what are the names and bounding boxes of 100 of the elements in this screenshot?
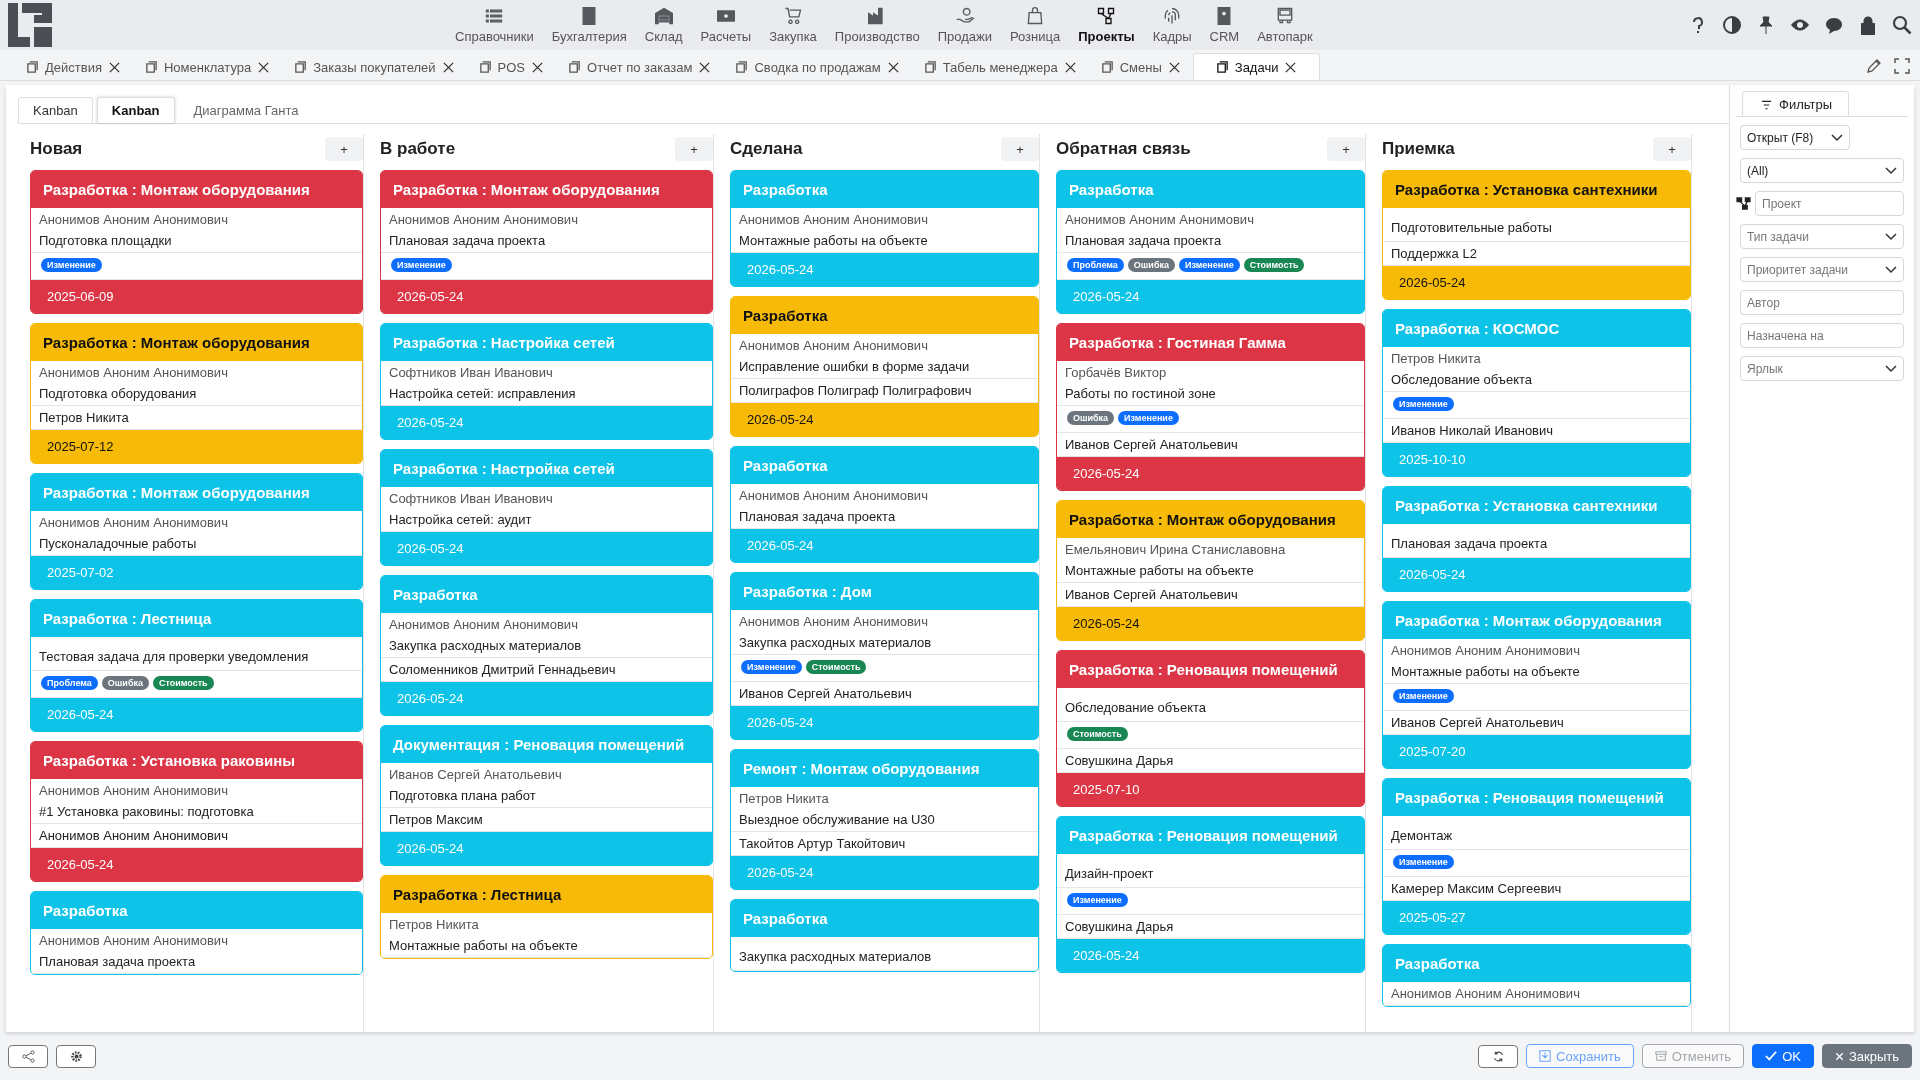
- task-card[interactable]: Разработка : Гостиная Гамма Горбачёв Виктор Работы по гостиной зоне Ошибка Изменение Иванов Сергей Анатольевич 2026-05-24: [1056, 323, 1365, 491]
- tab[interactable]: Сводка по продажам: [723, 54, 912, 80]
- card-author: Петров Никита: [1391, 351, 1482, 366]
- task-card[interactable]: Разработка : Монтаж оборудования Емельянович Ирина Станиславовна Монтажные работы на объекте Иванов Сергей Анатольевич 2026-05-24: [1056, 500, 1365, 641]
- select-field[interactable]: Приоритет задачи: [1740, 257, 1904, 282]
- card-header: Разработка : Монтаж оборудования: [1383, 602, 1690, 639]
- nav-item[interactable]: CRM: [1209, 6, 1240, 44]
- task-card[interactable]: Разработка Анонимов Аноним Анонимович: [1382, 944, 1691, 1007]
- refresh-button[interactable]: [1478, 1044, 1519, 1068]
- footer-button[interactable]: Закрыть: [1821, 1044, 1912, 1068]
- column-title: Новая: [30, 139, 83, 159]
- nav-item[interactable]: Автопарк: [1257, 6, 1313, 44]
- task-card[interactable]: Разработка : Монтаж оборудования Анонимов Аноним Анонимович Подготовка площадки Изменение 2025-06-09: [30, 170, 363, 314]
- nav-item[interactable]: Проекты: [1078, 6, 1135, 44]
- task-card[interactable]: Разработка Анонимов Аноним Анонимович Исправление ошибки в форме задачи Полиграфов Полиграф Полиграфович 2026-05-24: [730, 296, 1039, 437]
- close-icon[interactable]: [1063, 60, 1077, 74]
- nav-item[interactable]: Склад: [644, 6, 683, 44]
- task-card[interactable]: Разработка : Лестница Тестовая задача для проверки уведомления Проблема Ошибка Стоимость 2026-05-24: [30, 599, 363, 732]
- task-card[interactable]: Ремонт : Монтаж оборудования Петров Никита Выездное обслуживание на U30 Такойтов Артур Такойтович 2026-05-24: [730, 749, 1039, 890]
- view-tab[interactable]: Kanban: [18, 97, 93, 123]
- close-icon[interactable]: [1284, 60, 1298, 74]
- select-field[interactable]: Открыт (F8): [1740, 125, 1850, 150]
- input-field[interactable]: Назначена на: [1740, 323, 1904, 348]
- nav-item[interactable]: Справочники: [455, 6, 534, 44]
- close-icon[interactable]: [1167, 60, 1181, 74]
- select-field[interactable]: Тип задачи: [1740, 224, 1904, 249]
- pencil-icon[interactable]: [1866, 58, 1882, 74]
- search-icon[interactable]: [1892, 15, 1912, 35]
- task-card[interactable]: Разработка Анонимов Аноним Анонимович Плановая задача проекта 2026-05-24: [730, 446, 1039, 563]
- task-card[interactable]: Разработка : Монтаж оборудования Анонимов Аноним Анонимович Подготовка оборудования Петров Никита 2025-07-12: [30, 323, 363, 464]
- select-field[interactable]: (All): [1740, 158, 1904, 183]
- select-field[interactable]: Ярлык: [1740, 356, 1904, 381]
- card-date: 2026-05-24: [31, 848, 362, 881]
- task-card[interactable]: Разработка Закупка расходных материалов: [730, 899, 1039, 972]
- nav-item[interactable]: Расчеты: [700, 6, 752, 44]
- close-icon[interactable]: [531, 60, 544, 74]
- nav-item[interactable]: Закупка: [769, 6, 817, 44]
- view-tab[interactable]: Диаграмма Ганта: [178, 97, 314, 123]
- task-card[interactable]: Разработка : Установка сантехники Плановая задача проекта 2026-05-24: [1382, 486, 1691, 592]
- task-card[interactable]: Разработка : Настройка сетей Софтников Иван Иванович Настройка сетей: аудит 2026-05-24: [380, 449, 713, 566]
- nav-item[interactable]: Продажи: [937, 6, 992, 44]
- contrast-icon[interactable]: [1722, 15, 1742, 35]
- task-card[interactable]: Разработка Анонимов Аноним Анонимович Закупка расходных материалов Соломенников Дмитрий Геннадьевич 2026-05-24: [380, 575, 713, 716]
- close-icon[interactable]: [257, 60, 271, 74]
- task-card[interactable]: Разработка Анонимов Аноним Анонимович Плановая задача проекта: [30, 891, 363, 975]
- tab[interactable]: Табель менеджера: [911, 54, 1089, 80]
- task-card[interactable]: Разработка Анонимов Аноним Анонимович Плановая задача проекта Проблема Ошибка Изменение Стоимость 2026-05-24: [1056, 170, 1365, 314]
- close-icon[interactable]: [698, 60, 712, 74]
- card-date: 2026-05-24: [1383, 266, 1690, 299]
- close-icon[interactable]: [107, 60, 121, 74]
- task-card[interactable]: Разработка : Реновация помещений Дизайн-проект Изменение Совушкина Дарья 2026-05-24: [1056, 816, 1365, 973]
- tab[interactable]: Отчет по заказам: [556, 54, 724, 80]
- settings-button[interactable]: [56, 1044, 96, 1068]
- tab[interactable]: Смены: [1088, 54, 1193, 80]
- project-field[interactable]: Проект: [1755, 191, 1904, 216]
- footer-button[interactable]: OK: [1752, 1044, 1814, 1068]
- tab[interactable]: Номенклатура: [132, 54, 283, 80]
- task-card[interactable]: Разработка : Лестница Петров Никита Монтажные работы на объекте: [380, 875, 713, 959]
- tab[interactable]: Действия: [14, 54, 133, 80]
- task-card[interactable]: Документация : Реновация помещений Иванов Сергей Анатольевич Подготовка плана работ Петров Максим 2026-05-24: [380, 725, 713, 866]
- card-date: 2026-05-24: [1057, 939, 1364, 972]
- card-assignee: Иванов Сергей Анатольевич: [1391, 715, 1565, 730]
- task-card[interactable]: Разработка : Монтаж оборудования Анонимов Аноним Анонимович Монтажные работы на объекте Изменение Иванов Сергей Анатольевич 2025-07-20: [1382, 601, 1691, 769]
- nav-item[interactable]: Розница: [1009, 6, 1061, 44]
- task-card[interactable]: Разработка : Установка сантехники Подготовительные работы Поддержка L2 2026-05-24: [1382, 170, 1691, 300]
- share-icon: [21, 1049, 35, 1063]
- lock-icon[interactable]: [1858, 15, 1878, 35]
- task-card[interactable]: Разработка : Настройка сетей Софтников Иван Иванович Настройка сетей: исправления 2026-05-24: [380, 323, 713, 440]
- logo-icon[interactable]: [8, 3, 52, 47]
- card-task: Демонтаж: [1391, 828, 1454, 843]
- close-icon[interactable]: [886, 60, 900, 74]
- filters-tab[interactable]: Фильтры: [1742, 91, 1849, 116]
- task-card[interactable]: Разработка : Реновация помещений Обследование объекта Стоимость Совушкина Дарья 2025-07-10: [1056, 650, 1365, 807]
- nav-item[interactable]: Производство: [834, 6, 920, 44]
- nav-item[interactable]: Бухгалтерия: [551, 6, 627, 44]
- tab[interactable]: Задачи: [1192, 53, 1321, 80]
- tag: Стоимость: [1067, 727, 1128, 741]
- refresh-icon: [1491, 1049, 1505, 1063]
- nav-item[interactable]: Кадры: [1152, 6, 1192, 44]
- tag: Стоимость: [1243, 258, 1305, 272]
- task-card[interactable]: Разработка Анонимов Аноним Анонимович Монтажные работы на объекте 2026-05-24: [730, 170, 1039, 287]
- fullscreen-icon[interactable]: [1894, 58, 1910, 74]
- add-card-button[interactable]: +: [675, 137, 713, 161]
- input-field[interactable]: Автор: [1740, 290, 1904, 315]
- task-card[interactable]: Разработка : Монтаж оборудования Анонимов Аноним Анонимович Плановая задача проекта Изменение 2026-05-24: [380, 170, 713, 314]
- close-icon[interactable]: [441, 60, 455, 74]
- task-card[interactable]: Разработка : Дом Анонимов Аноним Анонимович Закупка расходных материалов Изменение Стоимость Иванов Сергей Анатольевич 2026-05-24: [730, 572, 1039, 740]
- add-card-button[interactable]: +: [325, 137, 363, 161]
- task-card[interactable]: Разработка : Монтаж оборудования Анонимов Аноним Анонимович Пусконаладочные работы 2025-07-02: [30, 473, 363, 590]
- task-card[interactable]: Разработка : Реновация помещений Демонтаж Изменение Камерер Максим Сергеевич 2025-05-27: [1382, 778, 1691, 935]
- tab[interactable]: POS: [466, 54, 556, 80]
- share-button[interactable]: [8, 1044, 48, 1068]
- add-card-button[interactable]: +: [1327, 137, 1365, 161]
- task-card[interactable]: Разработка : Установка раковины Анонимов Аноним Анонимович #1 Установка раковины: подготовка Анонимов Аноним Анонимович 2026-05-24: [30, 741, 363, 882]
- add-card-button[interactable]: +: [1001, 137, 1039, 161]
- add-card-button[interactable]: +: [1653, 137, 1691, 161]
- view-tab[interactable]: Kanban: [96, 97, 175, 123]
- task-card[interactable]: Разработка : КОСМОС Петров Никита Обследование объекта Изменение Иванов Николай Иванович 2025-10-10: [1382, 309, 1691, 477]
- chat-icon[interactable]: [1824, 15, 1844, 35]
- tab[interactable]: Заказы покупателей: [282, 54, 467, 80]
